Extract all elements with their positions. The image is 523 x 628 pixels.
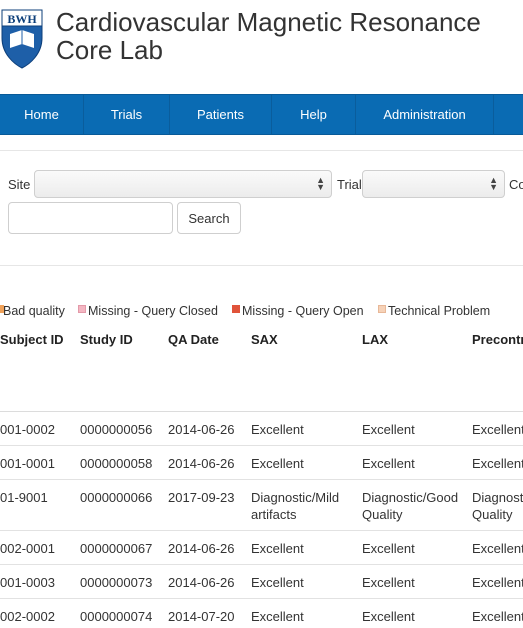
site-select[interactable]: ▲ ▼ (34, 170, 332, 198)
qa-date-cell: 2014-06-26 (168, 575, 235, 590)
nav-trials[interactable]: Trials (84, 95, 170, 134)
lax-cell: Excellent (362, 541, 415, 556)
subject-id-cell[interactable]: 001-0003 (0, 574, 55, 591)
site-label: Site (8, 177, 31, 192)
study-id-cell: 0000000067 (80, 541, 153, 556)
qa-date-cell: 2017-09-23 (168, 490, 235, 505)
sax-cell: Excellent (251, 422, 304, 437)
column-header-study-id[interactable]: Study ID (80, 332, 133, 347)
table-row[interactable]: 001-0002 0000000056 2014-06-26 Excellent… (0, 412, 523, 446)
sax-cell: Excellent (251, 609, 304, 624)
column-header-subject-id[interactable]: Subject ID (0, 332, 64, 347)
bwh-logo-icon: BWH (1, 9, 43, 69)
nav-help[interactable]: Help (272, 95, 356, 134)
select-arrows-icon: ▲ ▼ (489, 175, 498, 192)
qa-date-cell: 2014-07-20 (168, 609, 235, 624)
subject-id-cell[interactable]: 002-0001 (0, 540, 55, 557)
app-header: BWH Cardiovascular Magnetic Resonance Co… (0, 0, 523, 88)
column-header-precontrast[interactable]: Precontr (472, 332, 523, 347)
study-id-cell: 0000000073 (80, 575, 153, 590)
sax-cell: Excellent (251, 456, 304, 471)
subject-id-cell[interactable]: 001-0001 (0, 455, 55, 472)
lax-cell: Excellent (362, 456, 415, 471)
qa-date-cell: 2014-06-26 (168, 541, 235, 556)
subject-id-cell[interactable]: 001-0002 (0, 421, 55, 438)
column-header-lax[interactable]: LAX (362, 332, 388, 347)
qa-date-cell: 2014-06-26 (168, 456, 235, 471)
cut-off-label: Co (509, 177, 523, 192)
select-arrows-icon: ▲ ▼ (316, 175, 325, 192)
trial-select[interactable]: ▲ ▼ (362, 170, 505, 198)
lax-cell: Excellent (362, 575, 415, 590)
table-row[interactable]: 002-0002 0000000074 2014-07-20 Excellent… (0, 599, 523, 628)
nav-administration[interactable]: Administration (356, 95, 494, 134)
main-nav: Home Trials Patients Help Administration (0, 94, 523, 135)
precontrast-cell: Excellent (472, 609, 523, 624)
precontrast-cell: Excellent (472, 541, 523, 556)
study-id-cell: 0000000066 (80, 490, 153, 505)
column-header-qa-date[interactable]: QA Date (168, 332, 219, 347)
precontrast-cell: Excellent (472, 575, 523, 590)
sax-cell: Diagnostic/Mild artifacts (251, 490, 340, 522)
table-row[interactable]: 001-0001 0000000058 2014-06-26 Excellent… (0, 446, 523, 480)
sax-cell: Excellent (251, 541, 304, 556)
nav-home[interactable]: Home (0, 95, 84, 134)
lax-cell: Diagnostic/Good Quality (362, 490, 459, 522)
app-title-line2: Core Lab (56, 35, 163, 65)
filter-panel: Site ▲ ▼ Trial ▲ ▼ Co Search (0, 150, 523, 266)
precontrast-cell: Excellent (472, 456, 523, 471)
app-title: Cardiovascular Magnetic Resonance Core L… (56, 8, 481, 64)
table-row[interactable]: 002-0001 0000000067 2014-06-26 Excellent… (0, 531, 523, 565)
column-header-sax[interactable]: SAX (251, 332, 278, 347)
table-header: Subject ID Study ID QA Date SAX LAX Prec… (0, 330, 523, 412)
subject-id-cell[interactable]: 002-0002 (0, 608, 55, 625)
table-row[interactable]: 001-0003 0000000073 2014-06-26 Excellent… (0, 565, 523, 599)
table-body: 001-0002 0000000056 2014-06-26 Excellent… (0, 412, 523, 628)
query-open-swatch (232, 305, 240, 313)
nav-overflow[interactable] (494, 95, 523, 134)
study-id-cell: 0000000074 (80, 609, 153, 624)
search-input[interactable] (8, 202, 173, 234)
qa-date-cell: 2014-06-26 (168, 422, 235, 437)
app-title-line1: Cardiovascular Magnetic Resonance (56, 7, 481, 37)
precontrast-cell: Diagnost Quality (472, 490, 523, 522)
search-button[interactable]: Search (177, 202, 241, 234)
lax-cell: Excellent (362, 422, 415, 437)
logo-text: BWH (7, 12, 37, 26)
lax-cell: Excellent (362, 609, 415, 624)
query-closed-swatch (78, 305, 86, 313)
status-legend: Bad quality Missing - Query Closed Missi… (0, 304, 523, 322)
sax-cell: Excellent (251, 575, 304, 590)
study-id-cell: 0000000056 (80, 422, 153, 437)
trial-label: Trial (337, 177, 362, 192)
precontrast-cell: Excellent (472, 422, 523, 437)
table-row[interactable]: 01-9001 0000000066 2017-09-23 Diagnostic… (0, 480, 523, 531)
nav-patients[interactable]: Patients (170, 95, 272, 134)
study-id-cell: 0000000058 (80, 456, 153, 471)
subject-id-cell[interactable]: 01-9001 (0, 489, 48, 506)
technical-problem-swatch (378, 305, 386, 313)
